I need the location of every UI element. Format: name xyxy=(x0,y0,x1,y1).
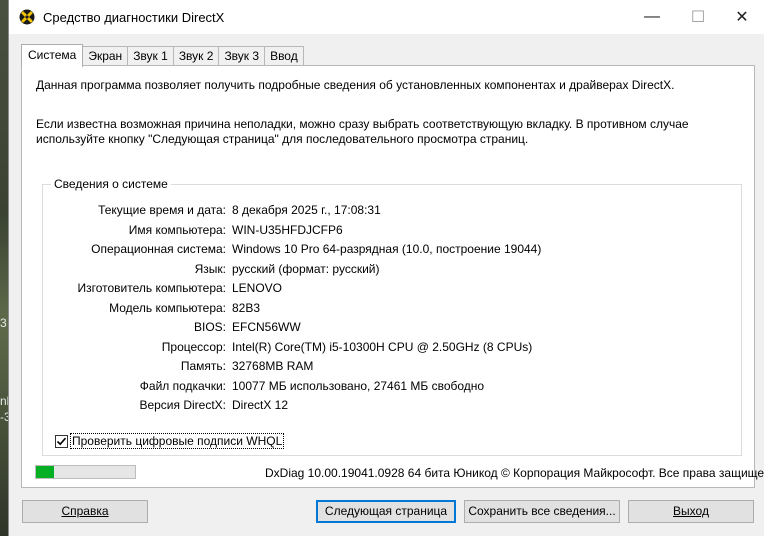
whql-checkbox[interactable] xyxy=(55,434,68,448)
info-value: Intel(R) Core(TM) i5-10300H CPU @ 2.50GH… xyxy=(232,339,533,354)
instructions-text: Если известна возможная причина неполадк… xyxy=(36,117,689,146)
info-label: BIOS: xyxy=(193,320,226,334)
checkmark-icon xyxy=(56,437,67,445)
next-page-button[interactable]: Следующая страница xyxy=(316,500,456,523)
info-value: 32768MB RAM xyxy=(232,359,314,373)
info-label: Текущие время и дата: xyxy=(98,203,226,217)
system-info-group: Сведения о системе Текущие время и дата:… xyxy=(42,177,742,456)
minimize-button[interactable]: — xyxy=(629,0,675,34)
system-tab-panel: Данная программа позволяет получить подр… xyxy=(21,65,755,488)
info-label: Память: xyxy=(180,359,226,373)
help-button[interactable]: Справка xyxy=(22,500,148,523)
save-all-button[interactable]: Сохранить все сведения... xyxy=(464,500,620,523)
info-value: 8 декабря 2025 г., 17:08:31 xyxy=(232,203,381,217)
info-label: Изготовитель компьютера: xyxy=(77,281,227,295)
info-label: Операционная система: xyxy=(91,242,226,256)
tab-display[interactable]: Экран xyxy=(82,46,129,66)
info-label: Модель компьютера: xyxy=(109,300,226,315)
info-value: 82B3 xyxy=(232,300,261,315)
background-text: 3 xyxy=(0,316,7,330)
info-value: DirectX 12 xyxy=(232,398,289,412)
exit-button-label: Выход xyxy=(673,504,709,518)
window-title: Средство диагностики DirectX xyxy=(43,9,225,25)
intro-text: Данная программа позволяет получить подр… xyxy=(36,78,675,92)
close-icon: ✕ xyxy=(735,9,749,26)
exit-button[interactable]: Выход xyxy=(628,500,754,523)
info-value: Windows 10 Pro 64-разрядная (10.0, постр… xyxy=(232,242,542,256)
progress-bar xyxy=(35,465,136,479)
tab-sound-2[interactable]: Звук 2 xyxy=(172,46,220,66)
dxdiag-window: Средство диагностики DirectX — ☐ ✕ Систе… xyxy=(8,0,764,536)
info-value: WIN-U35HFDJCFP6 xyxy=(232,222,343,237)
info-label: Процессор: xyxy=(161,339,226,354)
next-page-button-label: Следующая страница xyxy=(324,504,448,518)
tab-sound-1[interactable]: Звук 1 xyxy=(127,46,174,66)
progress-fill xyxy=(36,466,54,478)
title-bar[interactable]: Средство диагностики DirectX — ☐ ✕ xyxy=(9,0,764,34)
tab-system[interactable]: Система xyxy=(21,44,84,67)
maximize-button[interactable]: ☐ xyxy=(675,0,721,34)
tab-strip: Система Экран Звук 1 Звук 2 Звук 3 Ввод xyxy=(21,44,304,67)
directx-icon xyxy=(19,9,35,25)
info-label: Язык: xyxy=(194,261,226,276)
info-value: EFCN56WW xyxy=(232,320,301,334)
tab-input[interactable]: Ввод xyxy=(264,46,304,66)
info-value: LENOVO xyxy=(232,281,283,295)
tab-sound-3[interactable]: Звук 3 xyxy=(218,46,266,66)
info-value: русский (формат: русский) xyxy=(232,261,380,276)
minimize-icon: — xyxy=(644,8,660,25)
close-button[interactable]: ✕ xyxy=(719,0,764,34)
help-button-label: Справка xyxy=(61,504,109,518)
whql-label[interactable]: Проверить цифровые подписи WHQL xyxy=(70,433,285,449)
info-value: 10077 МБ использовано, 27461 МБ свободно xyxy=(232,378,485,393)
whql-checkbox-row[interactable]: Проверить цифровые подписи WHQL xyxy=(55,433,285,449)
system-info-title: Сведения о системе xyxy=(51,177,171,192)
maximize-icon: ☐ xyxy=(690,9,706,26)
save-all-button-label: Сохранить все сведения... xyxy=(468,504,616,518)
info-label: Версия DirectX: xyxy=(139,398,226,412)
info-label: Имя компьютера: xyxy=(128,222,226,237)
status-text: DxDiag 10.00.19041.0928 64 бита Юникод ©… xyxy=(265,466,764,480)
info-label: Файл подкачки: xyxy=(139,378,226,393)
